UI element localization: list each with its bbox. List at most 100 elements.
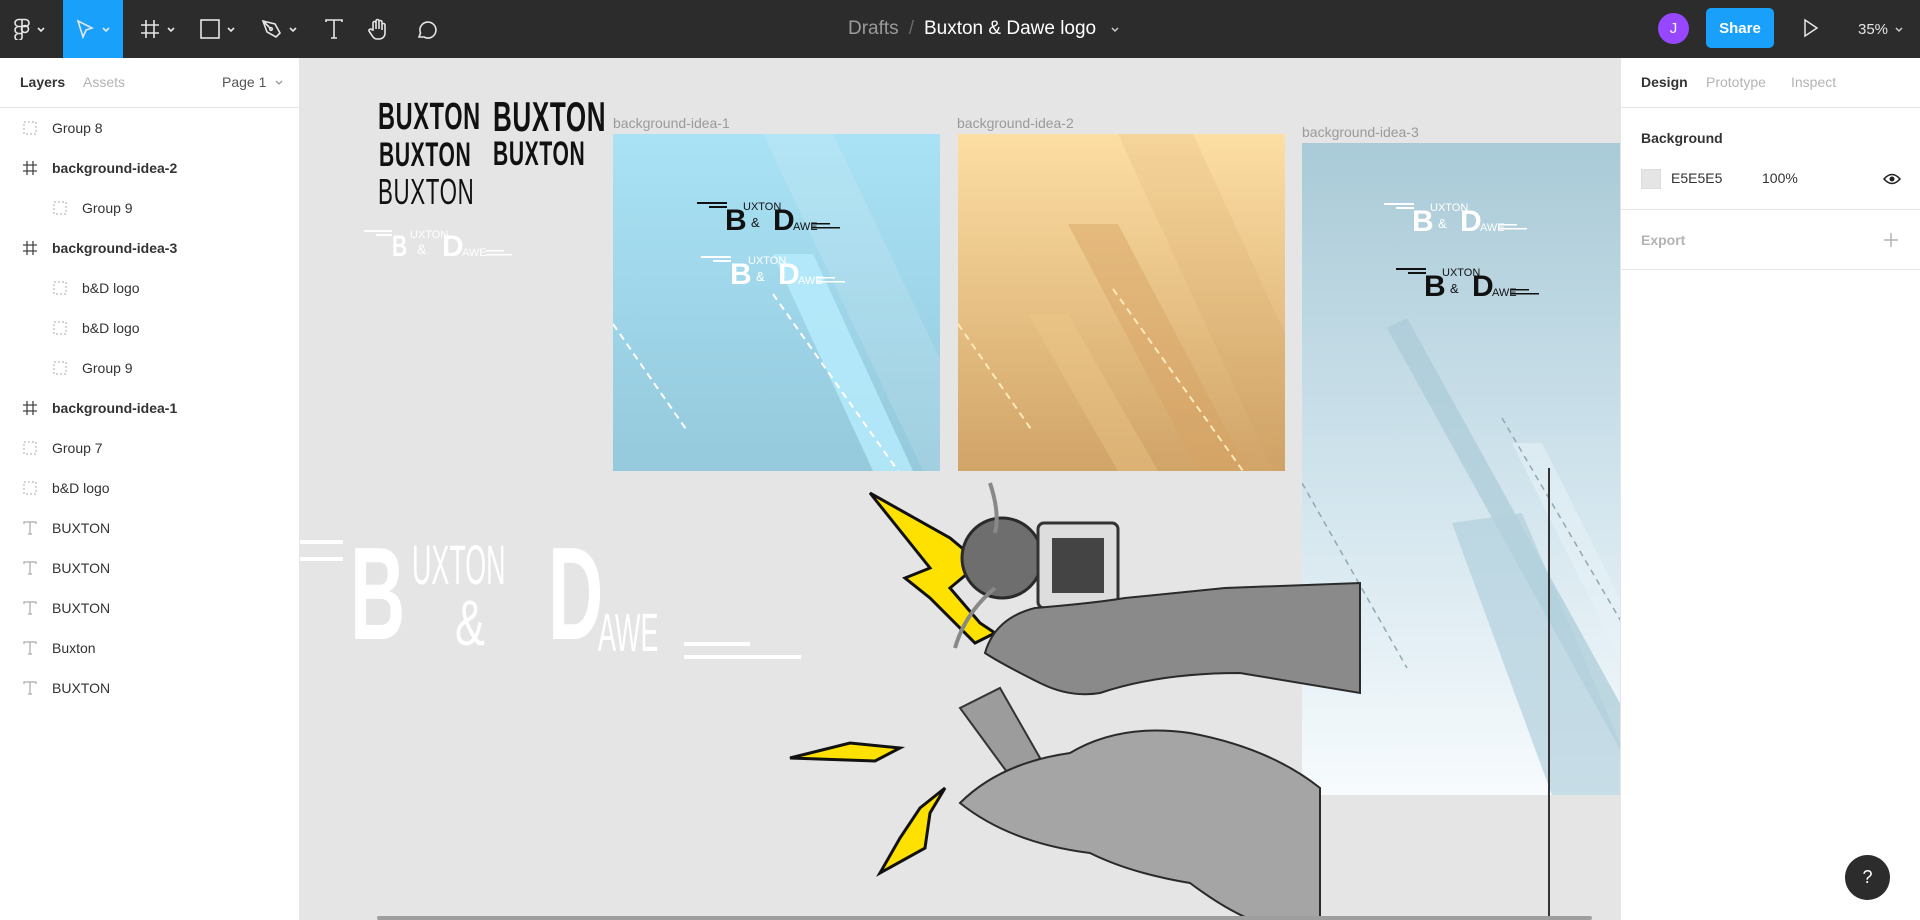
text-tool-button[interactable] [314,0,354,58]
layer-row[interactable]: Group 9 [0,188,300,228]
layer-row[interactable]: b&D logo [0,468,300,508]
layer-label: BUXTON [52,600,111,616]
large-white-logo[interactable]: B UXTON & D AWE [300,520,810,668]
layer-row[interactable]: BUXTON [0,588,300,628]
svg-text:D: D [778,258,800,291]
pen-icon [262,19,281,38]
frame-background-idea-1[interactable]: B UXTON & D AWE B UXTON & D AWE [613,134,940,471]
chevron-down-icon [102,27,110,33]
layer-row[interactable]: Group 8 [0,108,300,148]
frame-2-artwork [958,134,1285,471]
text-layer-icon [22,680,38,696]
layer-row[interactable]: Group 7 [0,428,300,468]
layer-row[interactable]: b&D logo [0,308,300,348]
chevron-down-icon[interactable] [1110,24,1120,34]
present-play-icon[interactable] [1802,18,1820,38]
group-icon [52,360,68,376]
comment-tool-button[interactable] [407,0,447,58]
logo-awe: AWE [598,603,659,663]
hand-tool-button[interactable] [358,0,398,58]
layer-label: Group 7 [52,440,103,456]
page-selector[interactable]: Page 1 [222,74,284,90]
help-button[interactable]: ? [1845,855,1890,900]
text-sample-buxton[interactable]: BUXTON [378,171,474,213]
tab-inspect[interactable]: Inspect [1791,74,1836,90]
frame-1-artwork: B UXTON & D AWE B UXTON & D AWE [613,134,940,471]
add-export-icon[interactable] [1883,232,1899,248]
svg-text:B: B [392,231,407,262]
svg-text:D: D [773,204,795,237]
main-menu-button[interactable] [0,0,60,58]
text-icon [325,19,343,39]
move-tool-button[interactable] [63,0,123,58]
background-opacity-input[interactable]: 100% [1762,170,1798,186]
avatar[interactable]: J [1658,13,1689,44]
share-button[interactable]: Share [1706,8,1774,48]
text-sample-buxton[interactable]: BUXTON [378,96,481,139]
eye-icon[interactable] [1883,172,1901,186]
properties-panel: Design Prototype Inspect Background E5E5… [1620,58,1920,920]
layer-row[interactable]: background-idea-3 [0,228,300,268]
frame-label-background-idea-3[interactable]: background-idea-3 [1302,124,1419,140]
layer-label: b&D logo [82,280,140,296]
file-name[interactable]: Buxton & Dawe logo [924,18,1096,40]
group-icon [52,320,68,336]
layer-label: background-idea-3 [52,240,178,256]
frame-icon [22,160,38,176]
text-layer-icon [22,560,38,576]
layer-label: BUXTON [52,680,111,696]
logo-ampersand: & [455,587,485,659]
tab-layers[interactable]: Layers [20,74,65,90]
frame-icon [22,400,38,416]
layer-row[interactable]: background-idea-2 [0,148,300,188]
text-layer-icon [22,520,38,536]
hands-wiring-illustration[interactable] [780,468,1550,920]
breadcrumb-separator: / [908,18,914,39]
logo-line [300,557,343,561]
layer-label: background-idea-2 [52,160,178,176]
tab-design[interactable]: Design [1641,74,1688,90]
breadcrumb: Drafts / Buxton & Dawe logo [848,0,1120,58]
chevron-down-icon [37,27,45,33]
frame-icon [22,240,38,256]
export-section-title: Export [1641,232,1686,248]
small-white-logo[interactable]: B UXTON & D AWE [362,222,512,262]
background-hex-input[interactable]: E5E5E5 [1671,170,1722,186]
svg-text:D: D [1460,205,1482,238]
svg-text:&: & [751,215,760,230]
layer-row[interactable]: BUXTON [0,668,300,708]
tab-prototype[interactable]: Prototype [1706,74,1766,90]
layer-label: Group 9 [82,200,133,216]
group-icon [22,480,38,496]
tab-assets[interactable]: Assets [83,74,125,90]
layers-panel-header: Layers Assets Page 1 [0,58,299,108]
pen-tool-button[interactable] [256,0,304,58]
shape-tool-button[interactable] [194,0,242,58]
horizontal-scrollbar[interactable] [377,916,1592,920]
canvas[interactable]: BUXTON BUXTON BUXTON BUXTON BUXTON B UXT… [300,58,1620,920]
layer-row[interactable]: BUXTON [0,508,300,548]
layer-label: BUXTON [52,520,111,536]
svg-text:D: D [1472,270,1494,303]
layer-row[interactable]: BUXTON [0,548,300,588]
breadcrumb-drafts[interactable]: Drafts [848,18,899,40]
text-sample-buxton[interactable]: BUXTON [379,136,471,175]
group-icon [52,280,68,296]
layer-row[interactable]: b&D logo [0,268,300,308]
background-color-swatch[interactable] [1641,169,1661,189]
frame-label-background-idea-2[interactable]: background-idea-2 [957,115,1074,131]
frame-background-idea-2[interactable] [958,134,1285,471]
layer-row[interactable]: Buxton [0,628,300,668]
lightning-bolt-icon [876,786,947,877]
frame-label-background-idea-1[interactable]: background-idea-1 [613,115,730,131]
text-layer-icon [22,640,38,656]
text-sample-buxton[interactable]: BUXTON [493,135,585,174]
zoom-dropdown[interactable]: 35% [1858,0,1904,58]
svg-text:&: & [1438,216,1447,231]
layers-panel: Layers Assets Page 1 Group 8 background-i… [0,58,300,920]
layer-row[interactable]: Group 9 [0,348,300,388]
svg-text:D: D [442,230,464,262]
text-sample-buxton[interactable]: BUXTON [493,93,606,141]
frame-tool-button[interactable] [134,0,182,58]
layer-row[interactable]: background-idea-1 [0,388,300,428]
